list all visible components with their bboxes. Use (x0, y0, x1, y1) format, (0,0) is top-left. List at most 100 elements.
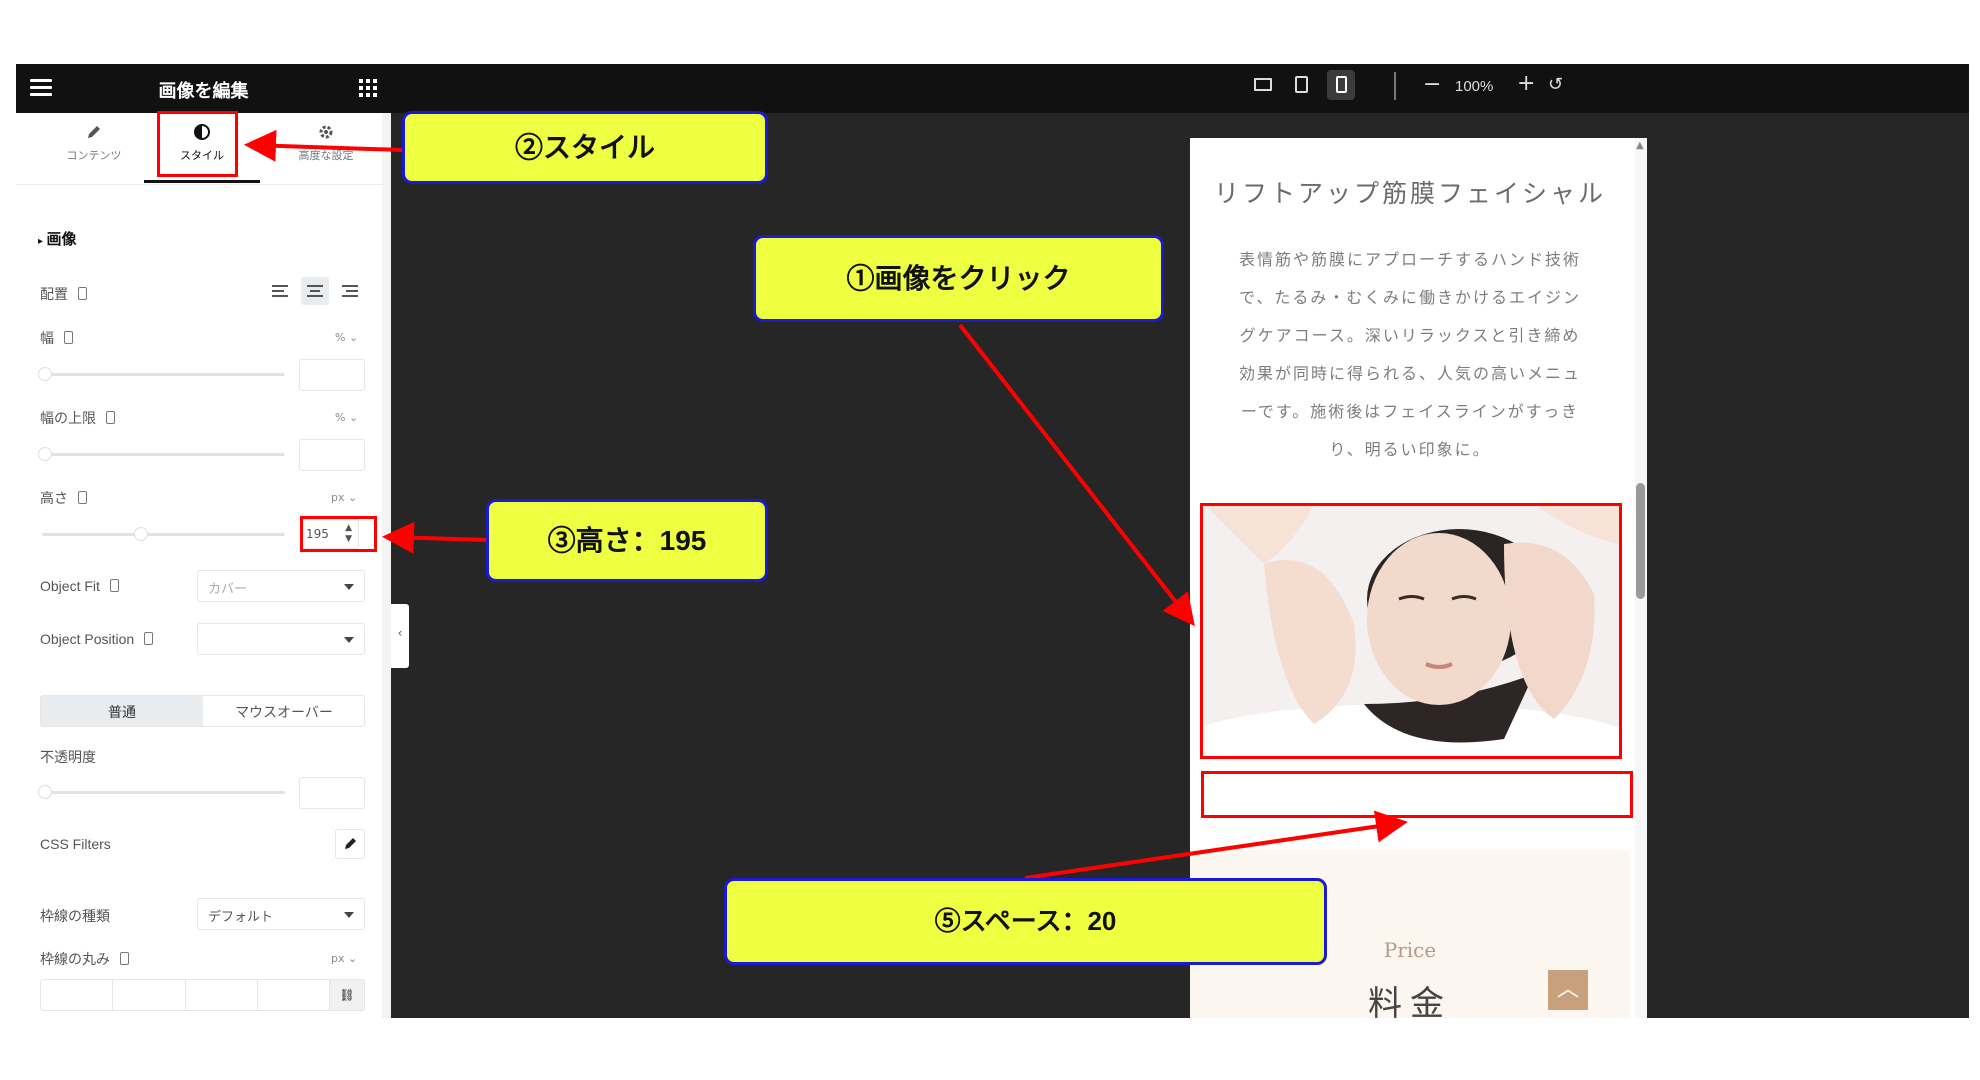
width-label: 幅 (40, 328, 73, 348)
alignment-label-text: 配置 (40, 287, 68, 303)
height-label-text: 高さ (40, 491, 68, 507)
border-radius-unit-select[interactable]: px ⌄ (331, 952, 357, 965)
opacity-slider[interactable] (38, 785, 285, 799)
panel-title: 画像を編集 (158, 81, 249, 102)
max-width-label-text: 幅の上限 (40, 411, 96, 427)
chevron-up-icon[interactable]: ︿ (1548, 970, 1588, 1010)
max-width-unit-select[interactable]: % ⌄ (335, 411, 358, 424)
align-center-button[interactable] (301, 277, 329, 305)
pencil-icon (88, 126, 100, 138)
object-position-label: Object Position (40, 631, 154, 647)
align-left-button[interactable] (266, 277, 294, 305)
active-tab-indicator (144, 180, 260, 183)
zoom-in-button[interactable]: + (1517, 71, 1535, 96)
css-filters-label: CSS Filters (40, 836, 111, 852)
state-toggle: 普通 マウスオーバー (40, 695, 365, 727)
highlight-height-input (300, 516, 377, 552)
preview-text-line: 表情筋や筋膜にアプローチするハンド技術 (1238, 250, 1581, 269)
width-label-text: 幅 (40, 331, 54, 347)
screenshot-stage: 画像を編集 コンテンツ スタイル 高度な設定 ▸ 画像 配置 幅 % ⌄ 幅の上… (0, 0, 1980, 1080)
preview-text-line: で、たるみ・むくみに働きかけるエイジン (1238, 288, 1581, 307)
chevron-down-icon (344, 637, 354, 643)
border-type-select[interactable]: デフォルト (197, 898, 365, 930)
object-fit-label: Object Fit (40, 578, 119, 594)
callout-step5: ⑤スペース：20 (724, 878, 1327, 965)
border-radius-inputs: ⛓ (40, 979, 365, 1011)
device-icon[interactable] (106, 411, 115, 424)
max-width-input[interactable] (299, 439, 365, 471)
device-icon[interactable] (78, 491, 87, 504)
widgets-grid-icon[interactable] (359, 79, 377, 97)
mobile-view-button[interactable] (1327, 70, 1355, 100)
radius-left-input[interactable] (258, 980, 330, 1010)
link-icon[interactable]: ⛓ (330, 980, 364, 1010)
highlight-style-tab (157, 111, 238, 177)
gear-icon (319, 125, 333, 139)
max-width-slider[interactable] (38, 447, 285, 461)
slider-handle[interactable] (38, 367, 52, 381)
width-slider[interactable] (38, 367, 285, 381)
scroll-up-icon[interactable]: ▲ (1636, 140, 1644, 151)
height-slider[interactable] (42, 527, 285, 541)
section-image-title: 画像 (46, 230, 77, 248)
zoom-out-button[interactable]: − (1423, 72, 1441, 97)
highlight-image (1200, 503, 1622, 759)
desktop-icon[interactable] (1254, 78, 1272, 91)
radius-bottom-input[interactable] (186, 980, 258, 1010)
tab-advanced[interactable]: 高度な設定 (266, 123, 386, 163)
css-filters-edit-button[interactable] (335, 829, 365, 859)
scroll-thumb[interactable] (1636, 483, 1645, 599)
max-width-label: 幅の上限 (40, 408, 115, 428)
device-icon[interactable] (109, 579, 119, 592)
collapse-panel-button[interactable]: ‹ (391, 604, 409, 668)
slider-handle[interactable] (38, 447, 52, 461)
preview-title: リフトアップ筋膜フェイシャル (1213, 179, 1606, 208)
responsive-toolbar: − 100% + ↺ (391, 64, 1969, 113)
border-type-value: デフォルト (208, 910, 274, 925)
alignment-label: 配置 (40, 284, 87, 304)
tab-content[interactable]: コンテンツ (34, 123, 154, 163)
tab-hover[interactable]: マウスオーバー (203, 696, 365, 726)
radius-right-input[interactable] (113, 980, 186, 1010)
object-position-select[interactable] (197, 623, 365, 655)
border-radius-label-text: 枠線の丸み (40, 952, 110, 968)
pencil-icon (345, 838, 356, 849)
callout-step3: ③高さ：195 (486, 499, 768, 582)
section-image[interactable]: ▸ 画像 (38, 228, 77, 249)
object-fit-label-text: Object Fit (40, 578, 100, 594)
preview-text-line: 効果が同時に得られる、人気の高いメニュ (1238, 364, 1581, 383)
callout-step1: ①画像をクリック (753, 235, 1164, 322)
tab-normal[interactable]: 普通 (41, 696, 203, 726)
reset-zoom-icon[interactable]: ↺ (1548, 74, 1563, 95)
device-icon[interactable] (64, 331, 73, 344)
tab-content-label: コンテンツ (66, 149, 122, 162)
device-icon[interactable] (144, 632, 154, 645)
device-icon[interactable] (120, 952, 129, 965)
border-type-label: 枠線の種類 (40, 909, 110, 925)
width-unit-select[interactable]: % ⌄ (335, 331, 358, 344)
slider-handle[interactable] (134, 527, 148, 541)
callout-step2: ②スタイル (402, 111, 768, 184)
toolbar-divider (1394, 72, 1396, 100)
slider-handle[interactable] (38, 785, 52, 799)
tablet-icon[interactable] (1295, 76, 1308, 93)
radius-top-input[interactable] (41, 980, 114, 1010)
opacity-input[interactable] (299, 777, 365, 809)
object-fit-select[interactable]: カバー (197, 570, 365, 602)
chevron-left-icon: ‹ (397, 626, 403, 640)
device-icon[interactable] (78, 287, 87, 300)
height-unit-select[interactable]: px ⌄ (331, 491, 357, 504)
preview-text-line: ーです。施術後はフェイスラインがすっき (1240, 402, 1580, 421)
chevron-down-icon (344, 584, 354, 590)
panel-header: 画像を編集 (16, 64, 391, 113)
border-radius-label: 枠線の丸み (40, 949, 129, 969)
width-input[interactable] (299, 359, 365, 391)
tab-advanced-label: 高度な設定 (298, 149, 354, 162)
align-right-button[interactable] (336, 277, 364, 305)
preview-text-line: グケアコース。深いリラックスと引き締め (1239, 326, 1581, 345)
preview-scrollbar[interactable]: ▲ (1635, 138, 1647, 1018)
mobile-icon (1335, 76, 1347, 93)
panel-scrollbar[interactable] (382, 113, 391, 1018)
object-fit-value: カバー (208, 582, 248, 597)
object-position-label-text: Object Position (40, 631, 135, 647)
